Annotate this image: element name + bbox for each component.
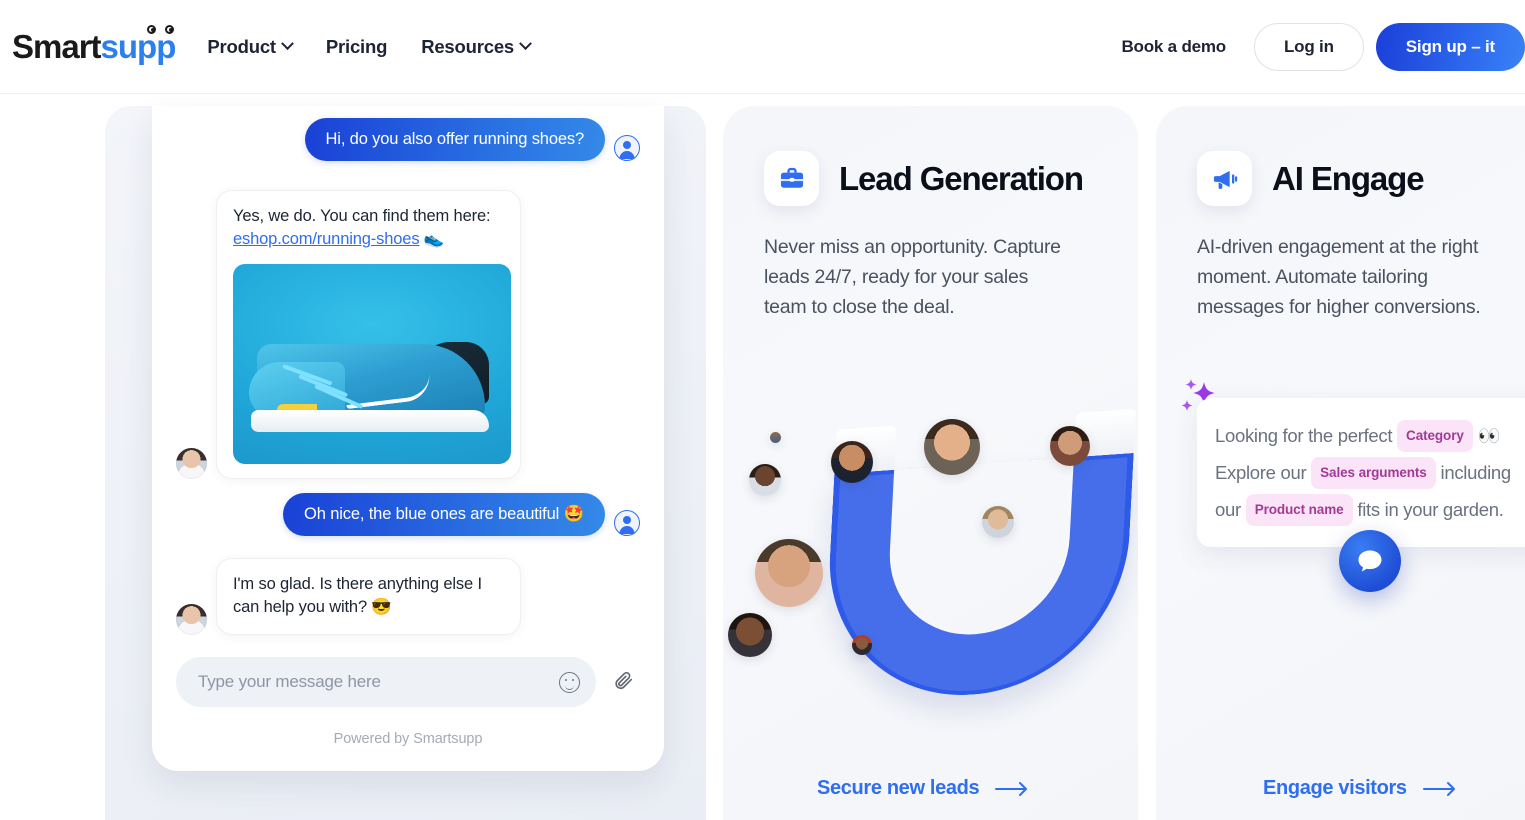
main-nav: Product Pricing Resources — [207, 35, 532, 58]
magnet-illustration — [723, 406, 1138, 806]
chevron-down-icon — [281, 37, 294, 51]
megaphone-icon — [1197, 151, 1252, 206]
ai-line1-pre: Looking for the perfect — [1215, 425, 1393, 446]
product-link[interactable]: eshop.com/running-shoes — [233, 230, 420, 248]
chat-message-agent-1: Yes, we do. You can find them here: esho… — [176, 190, 521, 479]
lead-avatar — [749, 464, 781, 496]
lead-avatar — [924, 419, 980, 475]
chat-message-visitor-2: Oh nice, the blue ones are beautiful 🤩 — [283, 493, 640, 537]
message-input-placeholder: Type your message here — [198, 672, 381, 691]
chat-widget-panel: Hi, do you also offer running shoes? Yes… — [105, 106, 706, 820]
header-actions: Book a demo Log in Sign up – it — [1121, 22, 1525, 71]
lead-avatar — [728, 613, 772, 657]
agent-avatar — [176, 447, 207, 479]
feature-card-lead-generation: Lead Generation Never miss an opportunit… — [723, 106, 1138, 820]
engage-visitors-link[interactable]: Engage visitors — [1263, 777, 1457, 800]
nav-item-pricing[interactable]: Pricing — [325, 35, 388, 58]
lead-avatar — [831, 441, 873, 483]
visitor-avatar-icon — [614, 135, 640, 162]
nav-item-product-label: Product — [207, 35, 276, 57]
nav-item-product[interactable]: Product — [207, 35, 294, 58]
tag-product-name: Product name — [1245, 493, 1353, 526]
chevron-down-icon — [519, 37, 532, 51]
chat-message-agent-2: I'm so glad. Is there anything else I ca… — [176, 558, 521, 635]
sneaker-illustration — [249, 322, 493, 434]
chat-bubble-text: Oh nice, the blue ones are beautiful 🤩 — [283, 493, 605, 537]
chat-launcher-button[interactable] — [1339, 530, 1401, 592]
chat-window: Hi, do you also offer running shoes? Yes… — [152, 106, 664, 771]
shoe-emoji: 👟 — [423, 230, 445, 249]
ai-preview-line-3: our Product name fits in your garden. — [1215, 491, 1525, 528]
cta-label: Engage visitors — [1263, 777, 1407, 799]
tag-sales-arguments: Sales arguments — [1311, 456, 1436, 489]
ai-preview-line-1: Looking for the perfect Category 👀 — [1215, 417, 1525, 454]
briefcase-icon — [764, 151, 819, 206]
tag-category: Category — [1397, 419, 1473, 452]
ai-preview-line-2: Explore our Sales arguments including — [1215, 454, 1525, 491]
emoji-icon[interactable] — [559, 671, 580, 693]
logo-text-secondary: supp — [100, 28, 177, 65]
chat-message-visitor-1: Hi, do you also offer running shoes? — [304, 118, 640, 162]
card-header: Lead Generation — [764, 151, 1138, 206]
nav-item-resources-label: Resources — [421, 35, 514, 57]
ai-line2-post: including — [1440, 462, 1512, 483]
smartsupp-logo[interactable]: Smartsupp — [12, 24, 177, 65]
lead-avatar — [1050, 426, 1090, 466]
card-header: AI Engage — [1197, 151, 1525, 206]
message-input[interactable]: Type your message here — [176, 657, 596, 707]
cta-label: Secure new leads — [817, 777, 980, 799]
lead-avatar — [982, 506, 1014, 538]
secure-new-leads-link[interactable]: Secure new leads — [817, 777, 1029, 800]
lead-avatar — [852, 635, 872, 655]
card-description: AI-driven engagement at the right moment… — [1197, 236, 1481, 319]
arrow-right-icon — [1422, 781, 1457, 797]
chat-bubble-text: Hi, do you also offer running shoes? — [304, 118, 605, 162]
book-demo-link[interactable]: Book a demo — [1121, 37, 1226, 57]
ai-line3-post: fits in your garden. — [1357, 499, 1504, 520]
running-shoe-image — [233, 263, 511, 464]
page-body: Hi, do you also offer running shoes? Yes… — [0, 94, 1525, 820]
nav-item-pricing-label: Pricing — [325, 35, 388, 57]
eyes-emoji: 👀 — [1477, 425, 1501, 446]
feature-card-ai-engage: AI Engage AI-driven engagement at the ri… — [1156, 106, 1525, 820]
visitor-avatar-icon — [614, 510, 640, 537]
signup-button[interactable]: Sign up – it — [1375, 22, 1525, 71]
nav-item-resources[interactable]: Resources — [421, 35, 532, 58]
card-description: Never miss an opportunity. Capture leads… — [764, 236, 1061, 319]
chat-bubble-text: Yes, we do. You can find them here: — [233, 207, 491, 225]
agent-avatar — [176, 603, 207, 635]
ai-message-preview: Looking for the perfect Category 👀 Explo… — [1197, 398, 1525, 547]
chat-bubble-with-image: Yes, we do. You can find them here: esho… — [216, 190, 521, 479]
chat-bubble-text: I'm so glad. Is there anything else I ca… — [216, 558, 521, 635]
lead-avatar — [770, 432, 781, 443]
arrow-right-icon — [995, 781, 1029, 797]
card-title: AI Engage — [1272, 159, 1425, 197]
lead-avatar — [755, 539, 823, 607]
attachment-icon[interactable] — [612, 669, 634, 691]
ai-line3-pre: our — [1215, 499, 1241, 520]
logo-text-primary: Smart — [12, 28, 102, 65]
site-header: Smartsupp Product Pricing Resources Book… — [0, 0, 1525, 94]
card-title: Lead Generation — [839, 159, 1084, 197]
login-button[interactable]: Log in — [1253, 22, 1364, 71]
ai-line2-pre: Explore our — [1215, 462, 1307, 483]
powered-by-label: Powered by Smartsupp — [333, 731, 483, 747]
